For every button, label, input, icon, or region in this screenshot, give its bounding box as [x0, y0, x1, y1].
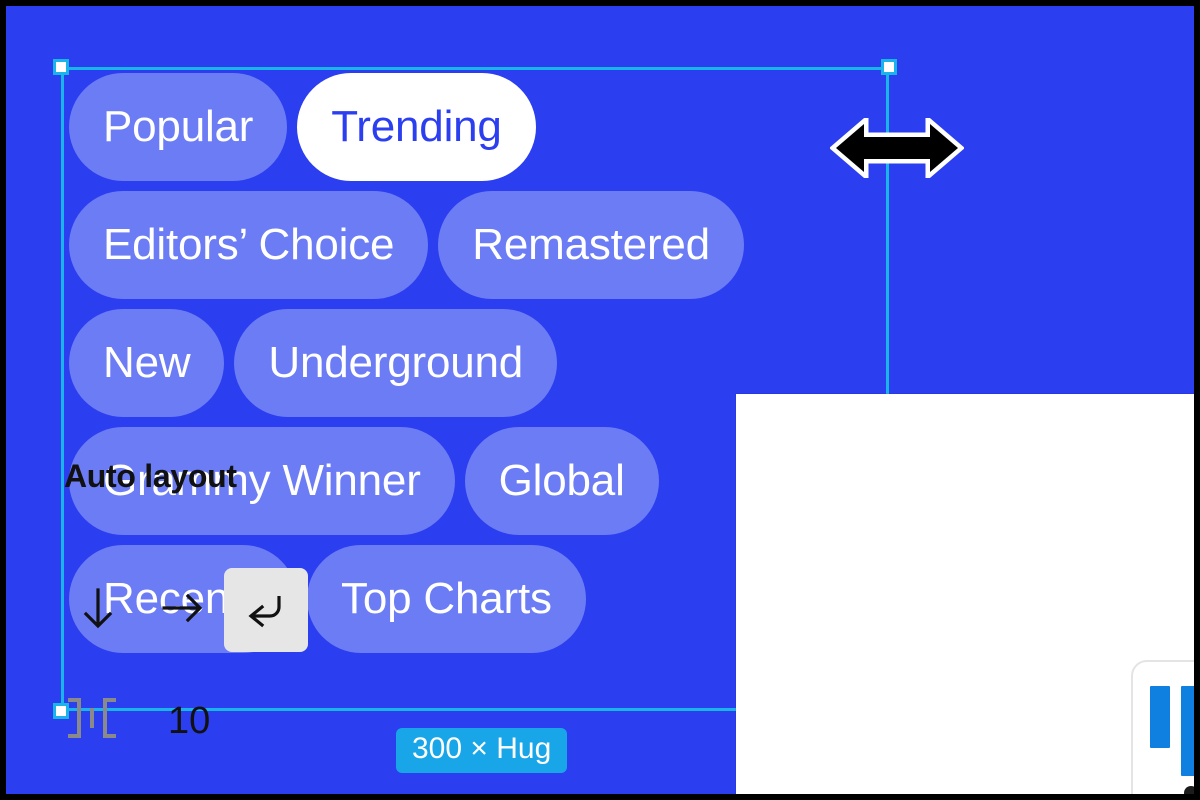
chip-label: Editors’ Choice	[103, 220, 395, 269]
chip-label: Global	[498, 456, 625, 505]
chip-underground[interactable]: Underground	[234, 309, 558, 417]
chip-new[interactable]: New	[69, 309, 225, 417]
gap-value[interactable]: 10	[168, 702, 210, 740]
chip-top-charts[interactable]: Top Charts	[307, 545, 586, 653]
chip-trending[interactable]: Trending	[297, 73, 536, 181]
selection-handle-top-left[interactable]	[53, 59, 69, 75]
auto-layout-gap-row[interactable]: 10	[62, 694, 210, 747]
chip-label: Underground	[268, 338, 524, 387]
mini-chart-card[interactable]	[1131, 660, 1194, 794]
chip-editors-choice[interactable]: Editors’ Choice	[69, 191, 429, 299]
chip-label: Trending	[331, 102, 502, 151]
auto-layout-panel-title: Auto layout	[64, 458, 237, 494]
screenshot-stage: Popular Trending Editors’ Choice Remaste…	[0, 0, 1200, 800]
design-canvas[interactable]: Popular Trending Editors’ Choice Remaste…	[6, 6, 1194, 794]
chip-popular[interactable]: Popular	[69, 73, 288, 181]
wrap-arrow-icon	[243, 585, 289, 636]
auto-layout-direction-group	[56, 568, 308, 652]
chip-label: Top Charts	[341, 574, 552, 623]
direction-horizontal-button[interactable]	[140, 568, 224, 652]
chip-label: Popular	[103, 102, 254, 151]
auto-layout-panel[interactable]	[736, 394, 1194, 794]
selection-edge-top	[61, 67, 889, 70]
card-dot-indicator	[1184, 786, 1194, 794]
chip-global[interactable]: Global	[464, 427, 659, 535]
chart-bar	[1150, 686, 1170, 748]
chip-label: New	[103, 338, 191, 387]
direction-wrap-button[interactable]	[224, 568, 308, 652]
size-badge: 300 × Hug	[396, 728, 568, 773]
arrow-down-icon	[75, 585, 121, 636]
chart-bar	[1181, 686, 1194, 776]
direction-vertical-button[interactable]	[56, 568, 140, 652]
chip-label: Remastered	[472, 220, 710, 269]
arrow-right-icon	[159, 585, 205, 636]
chip-remastered[interactable]: Remastered	[438, 191, 744, 299]
horizontal-gap-icon	[62, 694, 122, 747]
